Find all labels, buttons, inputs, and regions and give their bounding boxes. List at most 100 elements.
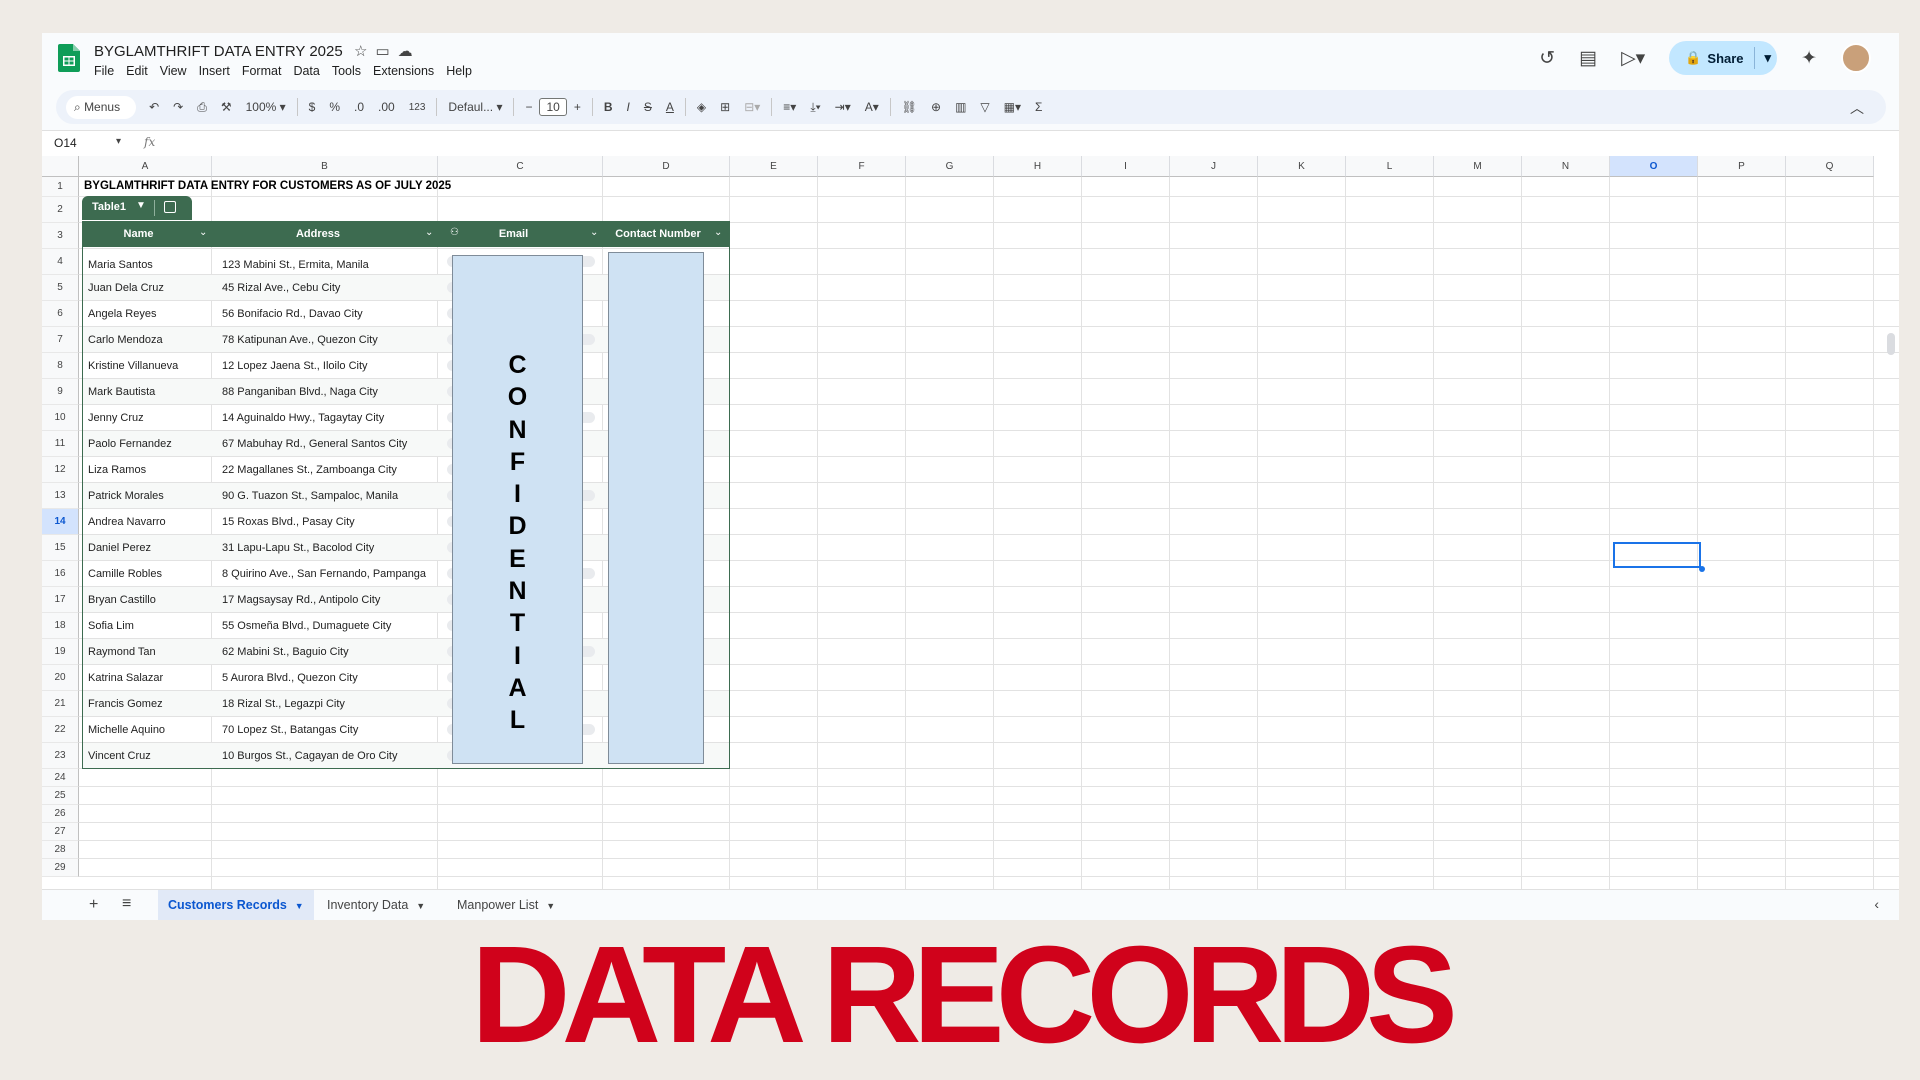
font-select[interactable]: Defaul... ▾ <box>441 100 509 114</box>
column-header-e[interactable]: E <box>730 156 818 177</box>
row-header-3[interactable]: 3 <box>42 223 79 249</box>
column-header-h[interactable]: H <box>994 156 1082 177</box>
increase-decimal-button[interactable]: .00 <box>371 100 402 114</box>
print-icon[interactable]: ⎙ <box>190 100 214 115</box>
row-header-1[interactable]: 1 <box>42 177 79 197</box>
sheets-logo-icon[interactable] <box>58 44 80 72</box>
column-header-o[interactable]: O <box>1610 156 1698 177</box>
text-color-button[interactable]: A <box>659 100 681 114</box>
filter-icon[interactable]: ▽ <box>973 100 996 114</box>
row-header-22[interactable]: 22 <box>42 717 79 743</box>
row-header-5[interactable]: 5 <box>42 275 79 301</box>
paint-format-icon[interactable]: ⚒ <box>214 100 239 114</box>
insert-comment-icon[interactable]: ⊕ <box>924 100 948 114</box>
percent-format-button[interactable]: % <box>322 100 347 114</box>
row-header-9[interactable]: 9 <box>42 379 79 405</box>
borders-icon[interactable]: ⊞ <box>713 100 737 114</box>
font-size-increase-icon[interactable]: + <box>567 100 588 114</box>
row-header-17[interactable]: 17 <box>42 587 79 613</box>
selected-cell-o14[interactable] <box>1613 542 1701 568</box>
menu-extensions[interactable]: Extensions <box>373 64 434 78</box>
chevron-down-icon[interactable]: ▼ <box>546 901 555 911</box>
menu-file[interactable]: File <box>94 64 114 78</box>
tab-manpower-list[interactable]: Manpower List ▼ <box>447 890 565 920</box>
vertical-align-icon[interactable]: ⤓▾ <box>803 100 827 115</box>
all-sheets-icon[interactable]: ≡ <box>122 895 131 913</box>
fill-handle[interactable] <box>1699 566 1705 572</box>
horizontal-align-icon[interactable]: ≡▾ <box>776 100 803 114</box>
row-header-2[interactable]: 2 <box>42 197 79 223</box>
sheet-title-cell[interactable]: BYGLAMTHRIFT DATA ENTRY FOR CUSTOMERS AS… <box>84 180 451 192</box>
number-format-button[interactable]: 123 <box>402 102 433 113</box>
column-header-p[interactable]: P <box>1698 156 1786 177</box>
star-icon[interactable]: ☆ <box>354 42 367 60</box>
row-header-28[interactable]: 28 <box>42 841 79 859</box>
collapse-toolbar-icon[interactable]: ︿ <box>1850 98 1864 118</box>
comments-icon[interactable]: ▤ <box>1579 47 1597 70</box>
row-header-13[interactable]: 13 <box>42 483 79 509</box>
merge-cells-icon[interactable]: ⊟▾ <box>737 100 767 114</box>
menu-format[interactable]: Format <box>242 64 282 78</box>
table-view-icon[interactable] <box>164 201 176 213</box>
column-header-f[interactable]: F <box>818 156 906 177</box>
column-header-g[interactable]: G <box>906 156 994 177</box>
text-wrap-icon[interactable]: ⇥▾ <box>828 100 858 114</box>
tab-customers-records[interactable]: Customers Records ▼ <box>158 890 314 920</box>
column-header-l[interactable]: L <box>1346 156 1434 177</box>
name-box-dropdown-icon[interactable]: ▾ <box>116 136 121 147</box>
row-header-7[interactable]: 7 <box>42 327 79 353</box>
currency-format-button[interactable]: $ <box>302 100 323 114</box>
move-folder-icon[interactable]: ▭ <box>375 42 389 60</box>
strikethrough-button[interactable]: S <box>637 100 659 114</box>
column-header-d[interactable]: D <box>603 156 730 177</box>
row-header-11[interactable]: 11 <box>42 431 79 457</box>
row-header-26[interactable]: 26 <box>42 805 79 823</box>
font-size-input[interactable]: 10 <box>539 98 567 116</box>
chevron-down-icon[interactable]: ▼ <box>136 200 146 211</box>
row-header-18[interactable]: 18 <box>42 613 79 639</box>
column-header-i[interactable]: I <box>1082 156 1170 177</box>
row-header-6[interactable]: 6 <box>42 301 79 327</box>
row-header-8[interactable]: 8 <box>42 353 79 379</box>
row-header-14[interactable]: 14 <box>42 509 79 535</box>
redo-icon[interactable]: ↷ <box>166 100 190 114</box>
column-header-q[interactable]: Q <box>1786 156 1874 177</box>
menu-insert[interactable]: Insert <box>199 64 230 78</box>
menu-tools[interactable]: Tools <box>332 64 361 78</box>
row-header-12[interactable]: 12 <box>42 457 79 483</box>
tab-inventory-data[interactable]: Inventory Data ▼ <box>317 890 435 920</box>
column-header-k[interactable]: K <box>1258 156 1346 177</box>
row-header-27[interactable]: 27 <box>42 823 79 841</box>
decrease-decimal-button[interactable]: .0 <box>347 100 371 114</box>
column-header-c[interactable]: C <box>438 156 603 177</box>
spreadsheet-grid[interactable]: A B C D E F G H I J K L M N O P Q 1 2 3 4 5 6 7 8 9 10 11 12 13 14 15 16… <box>42 156 1899 889</box>
menu-data[interactable]: Data <box>293 64 319 78</box>
row-header-25[interactable]: 25 <box>42 787 79 805</box>
chevron-down-icon[interactable]: ▼ <box>416 901 425 911</box>
fill-color-icon[interactable]: ◈ <box>690 100 713 114</box>
row-header-19[interactable]: 19 <box>42 639 79 665</box>
row-header-29[interactable]: 29 <box>42 859 79 877</box>
row-header-15[interactable]: 15 <box>42 535 79 561</box>
gemini-sparkle-icon[interactable]: ✦ <box>1801 47 1817 70</box>
row-header-20[interactable]: 20 <box>42 665 79 691</box>
chevron-down-icon[interactable]: ▼ <box>295 901 304 911</box>
column-header-n[interactable]: N <box>1522 156 1610 177</box>
table-name-chip[interactable]: Table1 ▼ <box>82 196 192 220</box>
text-rotate-icon[interactable]: A▾ <box>858 100 886 114</box>
undo-icon[interactable]: ↶ <box>142 100 166 114</box>
share-button[interactable]: 🔒 Share ▾ <box>1669 41 1778 75</box>
version-history-icon[interactable]: ↺ <box>1539 47 1555 70</box>
document-title[interactable]: BYGLAMTHRIFT DATA ENTRY 2025 <box>94 43 343 60</box>
functions-button[interactable]: Σ <box>1028 100 1049 114</box>
menu-view[interactable]: View <box>160 64 187 78</box>
row-header-16[interactable]: 16 <box>42 561 79 587</box>
meet-video-icon[interactable]: ▷▾ <box>1621 47 1645 70</box>
menu-edit[interactable]: Edit <box>126 64 148 78</box>
bold-button[interactable]: B <box>597 100 620 114</box>
row-header-24[interactable]: 24 <box>42 769 79 787</box>
share-dropdown-icon[interactable]: ▾ <box>1765 50 1772 66</box>
insert-link-icon[interactable]: ⛓ <box>895 100 924 114</box>
collapse-sidebar-icon[interactable]: ‹ <box>1874 896 1879 912</box>
menus-search-input[interactable]: ⌕ Menus <box>66 95 137 119</box>
